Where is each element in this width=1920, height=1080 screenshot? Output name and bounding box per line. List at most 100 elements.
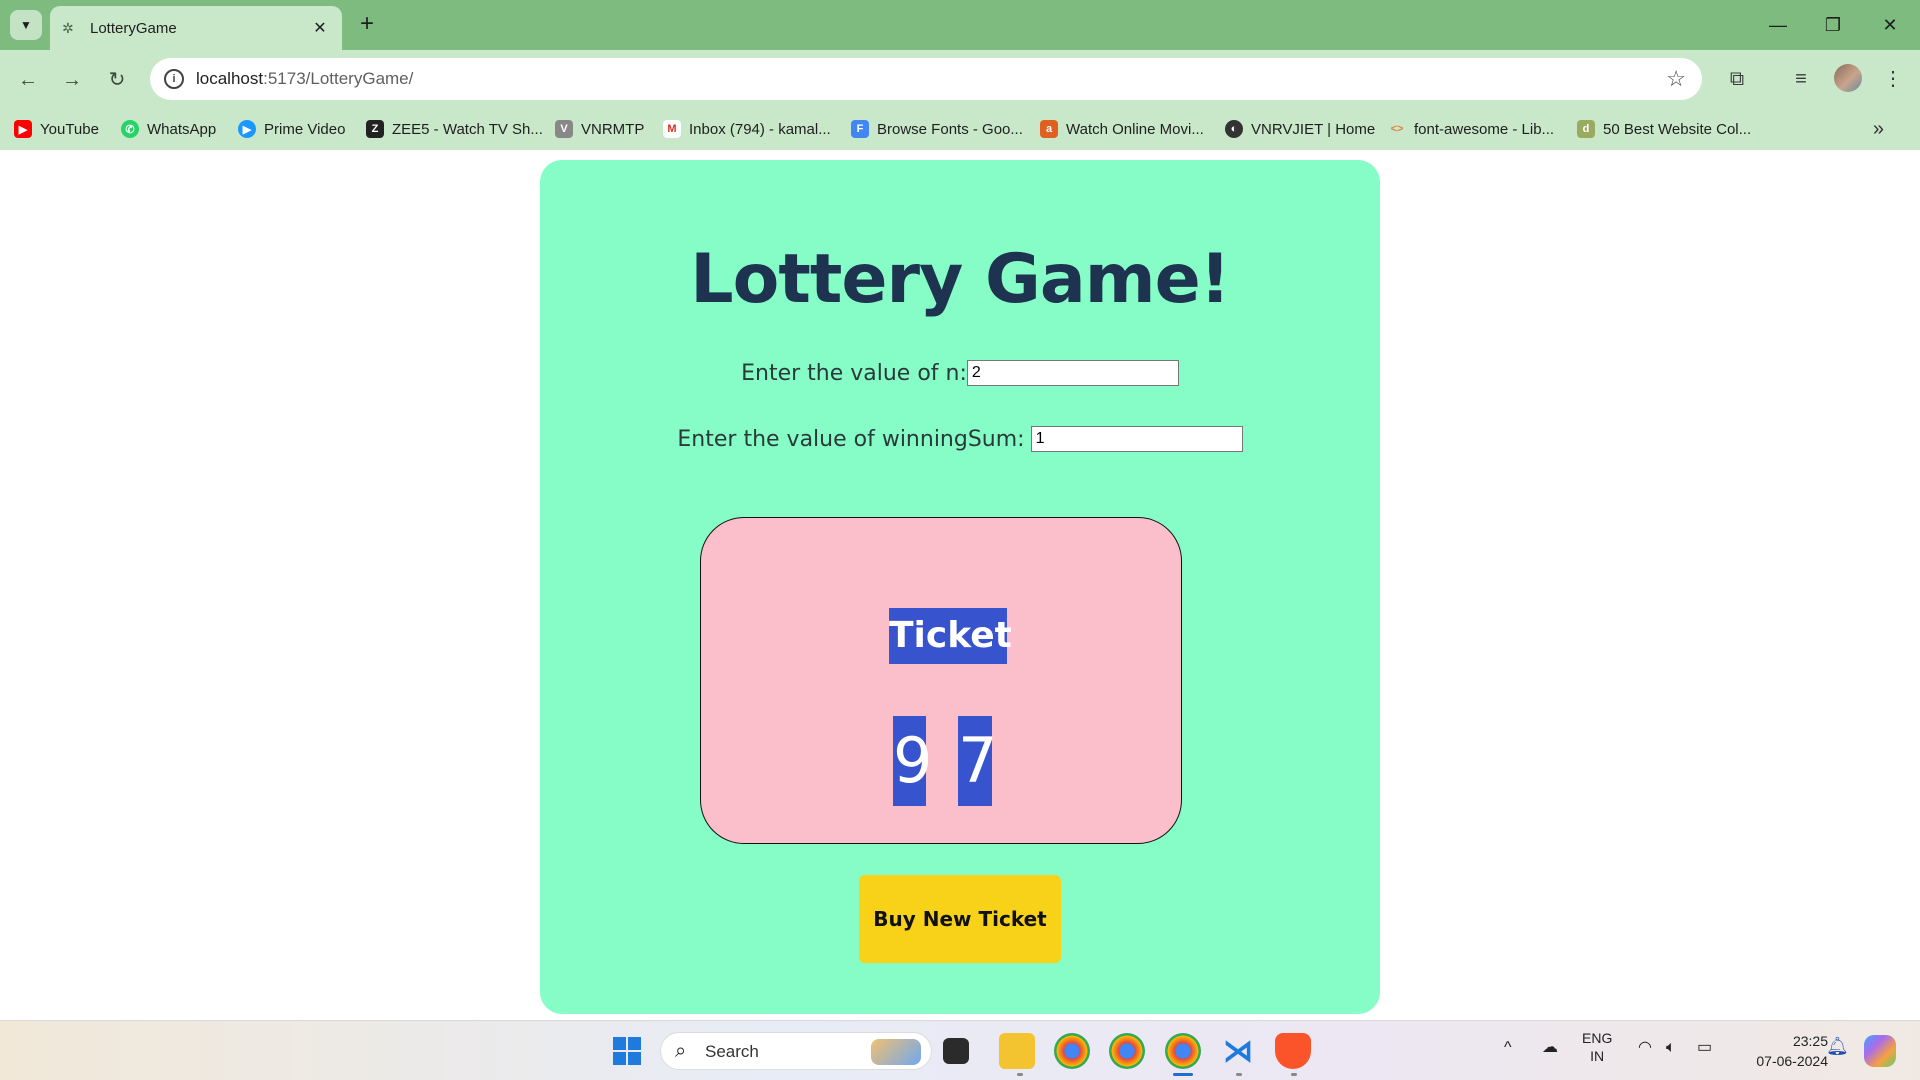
active-indicator xyxy=(1173,1073,1193,1076)
brave-icon[interactable] xyxy=(1275,1033,1311,1069)
page-viewport: Lottery Game! Enter the value of n: Ente… xyxy=(0,150,1920,1020)
bookmark-watch-movies[interactable]: a Watch Online Movi... xyxy=(1040,116,1204,142)
notification-bell-icon[interactable]: 🔔︎ xyxy=(1826,1037,1849,1055)
search-highlight-icon xyxy=(871,1039,921,1065)
bookmark-gmail-inbox[interactable]: M Inbox (794) - kamal... xyxy=(663,116,831,142)
onedrive-cloud-icon[interactable]: ☁ xyxy=(1542,1039,1558,1057)
ticket-heading: Ticket xyxy=(889,608,1012,664)
back-arrow-icon: ← xyxy=(18,69,38,91)
bookmark-prime-video[interactable]: ▶ Prime Video xyxy=(238,116,345,142)
address-bar[interactable]: i localhost:5173/LotteryGame/ ☆ xyxy=(150,58,1702,100)
battery-icon[interactable]: ▭ xyxy=(1697,1039,1712,1057)
bookmark-whatsapp[interactable]: ✆ WhatsApp xyxy=(121,116,216,142)
tab-search-button[interactable]: ▼ xyxy=(10,10,42,40)
bookmark-label: 50 Best Website Col... xyxy=(1603,120,1752,138)
new-tab-button[interactable]: + xyxy=(352,10,382,40)
tab-favicon-icon: ✲ xyxy=(62,20,74,36)
volume-icon[interactable]: 🔈︎ xyxy=(1666,1039,1676,1057)
tab-lotterygame[interactable]: ✲ LotteryGame ✕ xyxy=(50,6,342,50)
bookmark-label: WhatsApp xyxy=(147,120,217,138)
bookmark-label: VNRVJIET | Home xyxy=(1251,120,1376,138)
restore-button[interactable]: ❐ xyxy=(1813,10,1853,40)
bookmark-label: Browse Fonts - Goo... xyxy=(877,120,1023,138)
bookmark-label: Watch Online Movi... xyxy=(1066,120,1204,138)
close-window-button[interactable]: ✕ xyxy=(1870,10,1910,40)
browser-toolbar: ← → ↻ i localhost:5173/LotteryGame/ ☆ ⧉ … xyxy=(0,50,1920,108)
n-field-row: Enter the value of n: xyxy=(540,360,1380,386)
bookmark-website-colors[interactable]: d 50 Best Website Col... xyxy=(1577,116,1751,142)
tab-close-icon[interactable]: ✕ xyxy=(310,18,330,38)
bookmark-vnrvjiet[interactable]: ◐ VNRVJIET | Home xyxy=(1225,116,1375,142)
n-input[interactable] xyxy=(966,360,1179,386)
winning-sum-input[interactable] xyxy=(1030,426,1243,452)
website-colors-icon: d xyxy=(1577,120,1595,138)
movies-site-icon: a xyxy=(1040,120,1058,138)
youtube-icon: ▶ xyxy=(14,120,32,138)
lottery-card: Lottery Game! Enter the value of n: Ente… xyxy=(540,160,1380,1014)
ticket-digit: 7 xyxy=(958,716,997,806)
code-icon: <> xyxy=(1390,123,1404,135)
whatsapp-icon: ✆ xyxy=(121,120,139,138)
url-text[interactable]: localhost:5173/LotteryGame/ xyxy=(196,69,413,89)
bookmark-label: YouTube xyxy=(40,120,99,138)
show-hidden-icons-chevron-icon[interactable]: ^ xyxy=(1504,1039,1512,1057)
bookmark-font-awesome[interactable]: <> font-awesome - Lib... xyxy=(1388,116,1555,142)
tab-title: LotteryGame xyxy=(90,19,177,37)
language-indicator[interactable]: ENG IN xyxy=(1582,1029,1612,1065)
extensions-icon[interactable]: ⧉ xyxy=(1722,64,1752,94)
winning-sum-label: Enter the value of winningSum: xyxy=(677,426,1025,452)
forward-button[interactable]: → xyxy=(56,64,88,96)
wifi-icon[interactable]: ◠ xyxy=(1638,1039,1652,1057)
taskbar-search[interactable]: ⌕ Search xyxy=(660,1032,932,1070)
windows-logo-icon xyxy=(613,1037,641,1065)
copilot-icon[interactable] xyxy=(1864,1035,1896,1067)
clock-date: 07-06-2024 xyxy=(1756,1053,1828,1069)
running-indicator xyxy=(1236,1073,1242,1076)
start-button[interactable] xyxy=(609,1033,645,1069)
bookmark-label: ZEE5 - Watch TV Sh... xyxy=(392,120,543,138)
system-clock[interactable]: 23:25 07-06-2024 xyxy=(1738,1031,1828,1071)
profile-avatar[interactable] xyxy=(1834,64,1862,92)
bookmark-label: VNRMTP xyxy=(581,120,645,138)
taskbar-search-placeholder: Search xyxy=(705,1042,759,1061)
bookmark-vnrmtp[interactable]: V VNRMTP xyxy=(555,116,644,142)
back-button[interactable]: ← xyxy=(12,64,44,96)
bookmark-youtube[interactable]: ▶ YouTube xyxy=(14,116,99,142)
url-path: :5173/LotteryGame/ xyxy=(263,69,414,88)
vscode-icon[interactable]: ⋊ xyxy=(1220,1033,1256,1069)
zee5-icon: Z xyxy=(366,120,384,138)
reload-button[interactable]: ↻ xyxy=(101,64,133,96)
bookmark-zee5[interactable]: Z ZEE5 - Watch TV Sh... xyxy=(366,116,543,142)
language-code: ENG xyxy=(1582,1030,1613,1046)
page-title: Lottery Game! xyxy=(690,240,1230,319)
chrome-active-icon[interactable] xyxy=(1165,1033,1201,1069)
ticket-digit: 9 xyxy=(893,716,932,806)
file-explorer-icon[interactable] xyxy=(999,1033,1035,1069)
forward-arrow-icon: → xyxy=(62,69,82,91)
winning-sum-row: Enter the value of winningSum: xyxy=(540,426,1380,452)
google-fonts-icon: F xyxy=(851,120,869,138)
url-host: localhost xyxy=(196,69,264,88)
browser-title-bar: ▼ ✲ LotteryGame ✕ + — ❐ ✕ xyxy=(0,0,1920,50)
n-label: Enter the value of n: xyxy=(741,360,967,386)
site-info-icon[interactable]: i xyxy=(164,69,184,89)
bookmark-google-fonts[interactable]: F Browse Fonts - Goo... xyxy=(851,116,1023,142)
reload-icon: ↻ xyxy=(108,69,126,91)
media-controls-icon[interactable]: ≡ xyxy=(1786,64,1816,94)
task-view-icon[interactable] xyxy=(943,1038,969,1064)
buy-new-ticket-button[interactable]: Buy New Ticket xyxy=(859,875,1061,963)
bookmark-star-icon[interactable]: ☆ xyxy=(1666,66,1686,92)
chrome-icon[interactable] xyxy=(1054,1033,1090,1069)
browser-menu-icon[interactable]: ⋮ xyxy=(1878,64,1908,94)
ticket-panel: Ticket 9 7 xyxy=(700,517,1182,844)
region-code: IN xyxy=(1590,1048,1605,1064)
bookmarks-bar: ▶ YouTube ✆ WhatsApp ▶ Prime Video Z ZEE5 - … xyxy=(0,108,1920,150)
chrome-profile-icon[interactable] xyxy=(1109,1033,1145,1069)
prime-video-icon: ▶ xyxy=(238,120,256,138)
globe-icon: ◐ xyxy=(1225,120,1243,138)
more-bookmarks-icon[interactable]: » xyxy=(1873,118,1884,141)
search-icon: ⌕ xyxy=(675,1040,687,1062)
minimize-button[interactable]: — xyxy=(1758,10,1798,40)
running-indicator xyxy=(1017,1073,1023,1076)
running-indicator xyxy=(1291,1073,1297,1076)
